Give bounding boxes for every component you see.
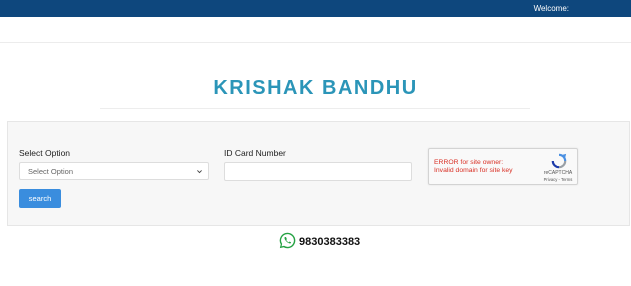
navigation-bar [0,17,631,43]
recaptcha-brand: reCAPTCHA [543,170,573,176]
recaptcha-error-line1: ERROR for site owner: [434,159,504,166]
top-bar: Welcome: [0,0,631,17]
recaptcha-error-line2: Invalid domain for site key [434,167,513,174]
select-option-value: Select Option [28,167,74,176]
chevron-down-icon [197,170,202,174]
recaptcha-icon [551,153,567,169]
recaptcha-widget[interactable]: ERROR for site owner: Invalid domain for… [428,148,578,185]
page-title: KRISHAK BANDHU [213,77,418,99]
id-card-label: ID Card Number [224,148,286,158]
contact-phone: 9830383383 [299,236,361,248]
select-option-dropdown[interactable]: Select Option [19,162,209,180]
welcome-text: Welcome: [533,4,569,13]
search-button[interactable]: search [19,189,61,208]
recaptcha-privacy-terms[interactable]: Privacy - Terms [539,177,577,182]
whatsapp-icon[interactable] [278,231,297,250]
id-card-input[interactable] [224,162,412,181]
title-divider [100,108,530,109]
select-option-label: Select Option [19,148,71,158]
recaptcha-error: ERROR for site owner: Invalid domain for… [434,159,513,175]
